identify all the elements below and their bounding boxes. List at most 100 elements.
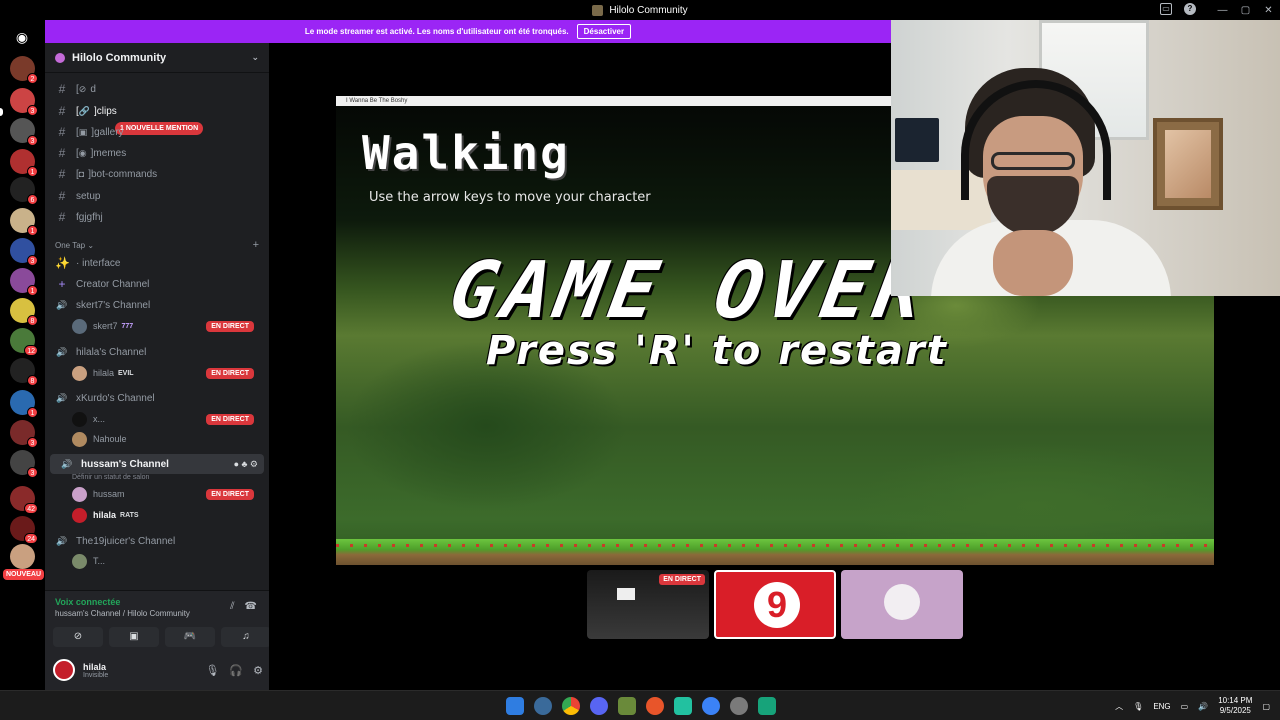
channel-name: d — [90, 83, 96, 95]
app-icon[interactable] — [674, 697, 692, 715]
chrome-icon[interactable] — [562, 697, 580, 715]
avatar — [72, 318, 87, 334]
headphones-icon[interactable]: 🎧 — [229, 664, 243, 677]
server-icon[interactable]: 6 — [10, 177, 38, 205]
brave-icon[interactable] — [646, 697, 664, 715]
voice-location[interactable]: hussam's Channel / Hilolo Community — [55, 609, 190, 618]
noise-suppression-icon[interactable]: ⫽ — [230, 601, 234, 612]
activity-icon[interactable]: 🎮 — [165, 627, 215, 647]
server-header[interactable]: Hilolo Community ⌄ — [45, 43, 269, 73]
voice-user[interactable]: hilala EVIL EN DIRECT — [72, 364, 262, 382]
voice-user[interactable]: x... EN DIRECT — [72, 410, 262, 428]
volume-icon[interactable]: 🔊 — [1198, 702, 1208, 711]
voice-channel[interactable]: 🔊 skert7's Channel — [45, 295, 269, 315]
voice-user[interactable]: hussam EN DIRECT — [72, 485, 262, 503]
server-icon[interactable]: 1 — [10, 149, 38, 177]
server-icon[interactable]: 3 — [10, 88, 38, 116]
server-icon[interactable]: 8 — [10, 298, 38, 326]
server-icon[interactable]: 3 — [10, 450, 38, 478]
category-header[interactable]: One Tap ⌄ — [55, 241, 94, 250]
user-controls: 🎙 🎧 ⚙ — [205, 664, 263, 677]
channel-item[interactable]: # [ ⊘ d — [45, 79, 269, 99]
server-icon[interactable]: 3 — [10, 118, 38, 146]
browser-icon[interactable] — [534, 697, 552, 715]
live-badge: EN DIRECT — [206, 413, 254, 425]
file-icon[interactable] — [618, 697, 636, 715]
participant-tile[interactable]: EN DIRECT — [587, 570, 709, 639]
avatar[interactable] — [53, 659, 75, 681]
voice-channel[interactable]: 🔊 hilala's Channel — [45, 342, 269, 362]
webcam-feed[interactable] — [891, 20, 1280, 296]
participant-tile[interactable] — [841, 570, 963, 639]
app-icon[interactable] — [758, 697, 776, 715]
voice-channel-current[interactable]: 🔊 hussam's Channel ● ♣ ⚙ — [50, 454, 264, 474]
discord-icon[interactable] — [590, 697, 608, 715]
server-icon[interactable]: 2 — [10, 56, 38, 84]
server-icon[interactable]: 3 — [10, 420, 38, 448]
server-icon[interactable]: 24 — [10, 516, 38, 544]
voice-user[interactable]: hilala RATS — [72, 506, 262, 524]
server-icon[interactable]: 8 — [10, 358, 38, 386]
camera-off-icon[interactable]: ⊘ — [53, 627, 103, 647]
channel-item-memes[interactable]: # [ ◉] memes — [45, 143, 269, 163]
server-badge: 1 — [27, 225, 38, 236]
server-badge: 8 — [27, 375, 38, 386]
voice-user[interactable]: skert7 777 EN DIRECT — [72, 317, 262, 335]
server-icon[interactable]: 3 — [10, 238, 38, 266]
inbox-icon[interactable]: ▭ — [1160, 3, 1172, 15]
screen-share-icon[interactable]: ▣ — [109, 627, 159, 647]
title-bar-tools: ▭ ? — [1160, 3, 1196, 15]
close-icon[interactable]: ✕ — [1257, 5, 1280, 16]
help-icon[interactable]: ? — [1184, 3, 1196, 15]
disconnect-icon[interactable]: ☎ — [245, 601, 257, 612]
channel-item-clips[interactable]: # [ 🔗] clips — [45, 101, 269, 121]
game-over-text: GAME OVER — [443, 246, 936, 336]
channel-name: The19juicer's Channel — [76, 535, 176, 547]
server-icon[interactable]: 1 — [10, 208, 38, 236]
plus-icon: + — [58, 277, 66, 291]
voice-channel[interactable]: 🔊 xKurdo's Channel — [45, 388, 269, 408]
app-icon[interactable] — [702, 697, 720, 715]
server-badge: 24 — [24, 533, 38, 544]
channel-item-creator[interactable]: + Creator Channel — [45, 274, 269, 294]
server-icon[interactable]: 42 — [10, 486, 38, 514]
user-tag: 777 — [121, 322, 134, 330]
speaker-icon: 🔊 — [56, 392, 68, 403]
channel-item-fgjgfhj[interactable]: # fgjgfhj — [45, 207, 269, 227]
network-icon[interactable]: ▭ — [1181, 702, 1189, 711]
windows-start-icon[interactable] — [506, 697, 524, 715]
server-icon[interactable] — [10, 544, 35, 569]
notification-icon[interactable]: ▢ — [1262, 702, 1270, 711]
channel-item-gallery[interactable]: # [ ▣] gallery — [45, 122, 269, 142]
channel-status[interactable]: Définir un statut de salon — [72, 474, 149, 481]
server-name: Hilolo Community — [72, 51, 167, 64]
game-subtitle: Use the arrow keys to move your characte… — [369, 190, 651, 205]
minimize-icon[interactable]: — — [1211, 5, 1234, 16]
language-indicator[interactable]: ENG — [1153, 702, 1170, 711]
channel-item-bot-commands[interactable]: # [ ◘] bot-commands — [45, 164, 269, 184]
discord-home-icon[interactable]: ◉ — [11, 26, 33, 48]
voice-channel[interactable]: 🔊 The19juicer's Channel — [45, 531, 269, 551]
server-icon[interactable]: 1 — [10, 268, 38, 296]
channel-emoji: ⊘ — [78, 83, 87, 94]
chevron-up-icon[interactable]: ︿ — [1115, 701, 1123, 712]
voice-user[interactable]: T... — [72, 552, 262, 570]
channel-item-interface[interactable]: ✨ · interface — [45, 253, 269, 273]
chat-icon[interactable]: ● ♣ ⚙ — [234, 459, 258, 470]
live-badge: EN DIRECT — [206, 367, 254, 379]
settings-icon[interactable]: ⚙ — [253, 664, 263, 677]
clock[interactable]: 10:14 PM 9/5/2025 — [1218, 696, 1252, 716]
add-channel-icon[interactable]: + — [253, 239, 259, 251]
speaker-icon: 🔊 — [56, 535, 68, 546]
server-icon[interactable]: 12 — [10, 328, 38, 356]
disable-streamer-mode-button[interactable]: Désactiver — [576, 24, 632, 39]
soundboard-icon[interactable]: ♫ — [221, 627, 271, 647]
microphone-icon[interactable]: 🎙 — [205, 664, 219, 677]
settings-icon[interactable] — [730, 697, 748, 715]
maximize-icon[interactable]: ▢ — [1234, 5, 1257, 16]
voice-user[interactable]: Nahoule — [72, 430, 262, 448]
server-icon[interactable]: 1 — [10, 390, 38, 418]
microphone-icon[interactable]: 🎙 — [1133, 702, 1143, 711]
participant-tile[interactable]: 9 — [714, 570, 836, 639]
channel-item-setup[interactable]: # setup — [45, 186, 269, 206]
